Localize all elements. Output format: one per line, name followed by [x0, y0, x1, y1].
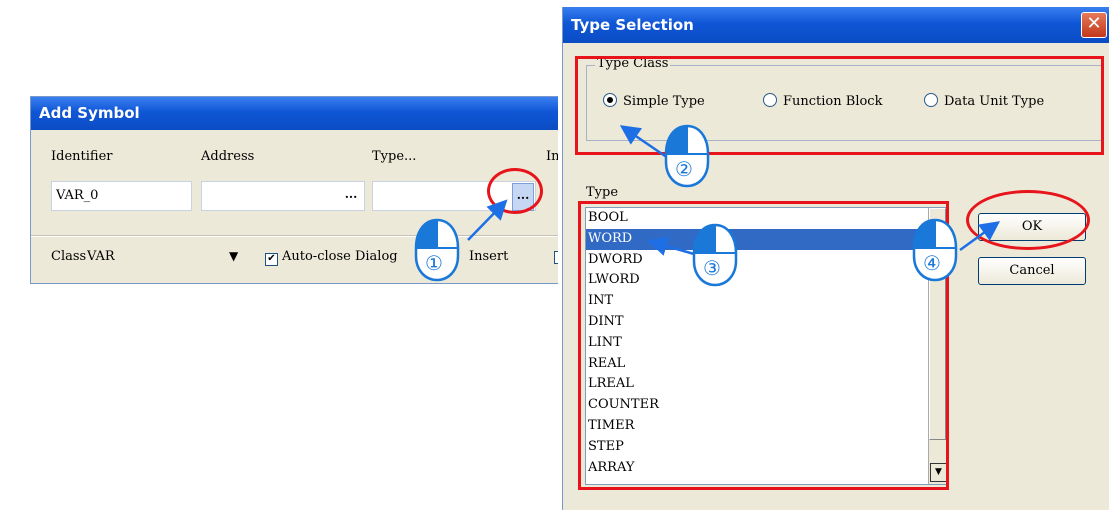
step-number: ③: [703, 256, 721, 280]
arrow-1: [467, 199, 508, 241]
step-number: ①: [425, 251, 443, 275]
step-callout-1: ①: [414, 218, 460, 282]
arrow-2: [619, 125, 669, 160]
step-callout-4: ④: [912, 218, 958, 282]
step-number: ②: [675, 157, 693, 181]
step-callout-2: ②: [664, 124, 710, 188]
step-number: ④: [923, 251, 941, 275]
arrow-4: [959, 221, 1001, 252]
arrow-3: [647, 236, 695, 256]
step-callout-3: ③: [692, 223, 738, 287]
